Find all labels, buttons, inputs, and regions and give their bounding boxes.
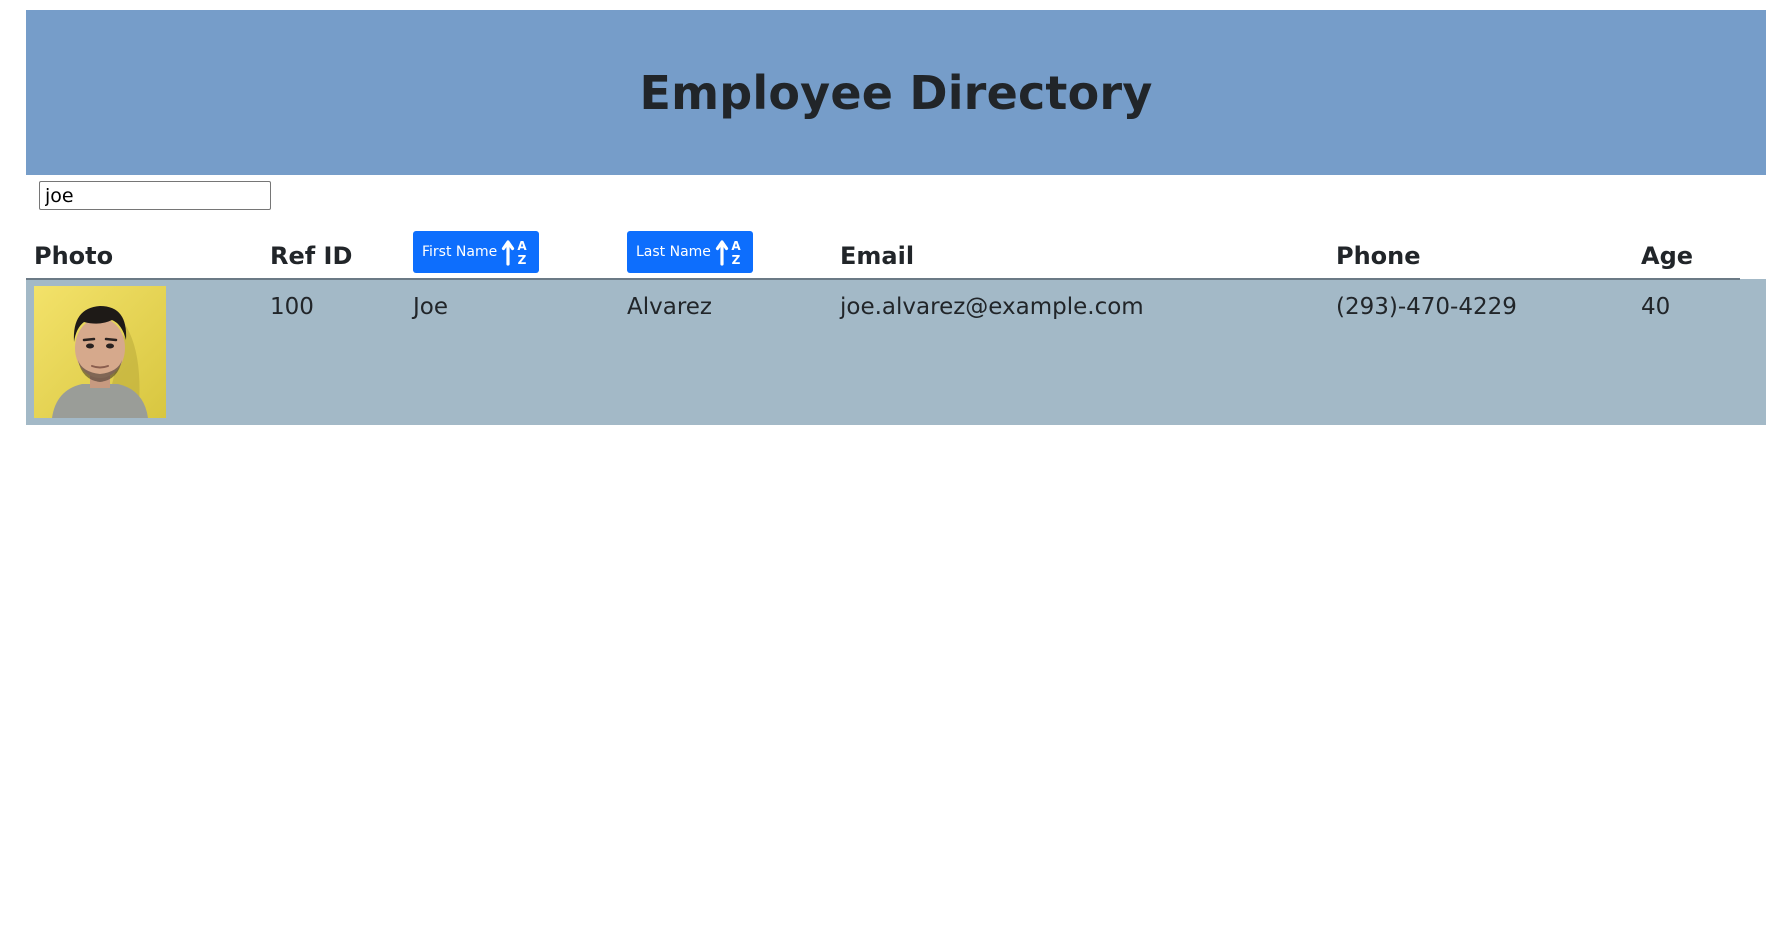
column-header-phone: Phone — [1328, 226, 1633, 280]
employee-table-container: Photo Ref ID First Name A Z Last Name A … — [26, 226, 1766, 425]
first-name-cell: Joe — [413, 294, 449, 320]
column-header-photo: Photo — [26, 226, 262, 280]
sort-first-name-button[interactable]: First Name A Z — [413, 231, 540, 273]
age-cell: 40 — [1641, 294, 1671, 320]
svg-text:Z: Z — [518, 253, 527, 267]
table-row: 100 Joe Alvarez joe.alvarez@example.com … — [26, 279, 1740, 425]
sort-alpha-up-icon: A Z — [715, 239, 741, 267]
search-input[interactable] — [39, 181, 271, 210]
photo-cell — [26, 279, 262, 425]
page-header: Employee Directory — [26, 10, 1766, 175]
page-title: Employee Directory — [639, 65, 1153, 120]
column-header-last-name: Last Name A Z — [619, 226, 832, 280]
svg-text:A: A — [731, 239, 741, 253]
column-header-ref-id: Ref ID — [262, 226, 405, 280]
sort-first-name-label: First Name — [422, 244, 498, 260]
employee-table: Photo Ref ID First Name A Z Last Name A … — [26, 226, 1740, 425]
sort-last-name-button[interactable]: Last Name A Z — [627, 231, 753, 273]
email-cell: joe.alvarez@example.com — [840, 294, 1144, 320]
table-header-row: Photo Ref ID First Name A Z Last Name A … — [26, 226, 1740, 280]
column-header-age: Age — [1633, 226, 1740, 280]
avatar — [34, 286, 166, 418]
column-header-email: Email — [832, 226, 1328, 280]
page: Employee Directory Photo Ref ID F — [0, 0, 1788, 939]
svg-text:Z: Z — [732, 253, 741, 267]
sort-alpha-up-icon: A Z — [502, 239, 528, 267]
column-header-first-name: First Name A Z — [405, 226, 619, 280]
ref-id-cell: 100 — [270, 294, 314, 320]
row-background-extension — [1740, 279, 1766, 425]
sort-last-name-label: Last Name — [636, 244, 711, 260]
last-name-cell: Alvarez — [627, 294, 713, 320]
svg-text:A: A — [518, 239, 528, 253]
phone-cell: (293)-470-4229 — [1336, 294, 1517, 320]
